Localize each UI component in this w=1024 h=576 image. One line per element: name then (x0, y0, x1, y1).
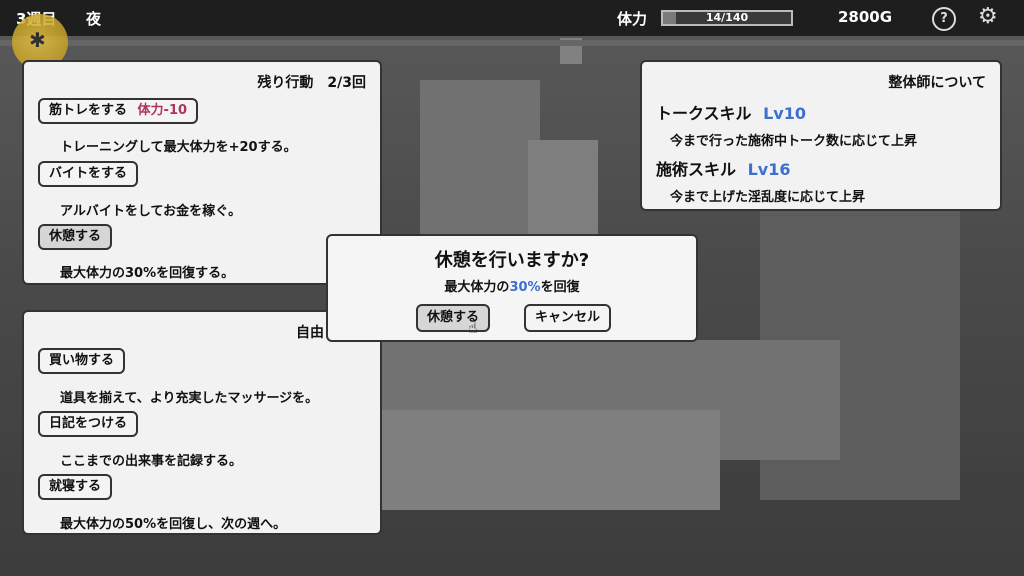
sleep-button[interactable]: 就寝する (38, 474, 113, 500)
dialog-subtitle: 最大体力の30%を回復 (328, 276, 696, 295)
train-description: トレーニングして最大体力を+20する。 (60, 140, 297, 155)
sleep-label: 就寝する (49, 479, 102, 494)
rest-confirm-dialog: 休憩を行いますか? 最大体力の30%を回復 休憩する キャンセル ☝ (326, 234, 698, 342)
info-panel-title: 整体師について (888, 75, 986, 91)
diary-button[interactable]: 日記をつける (38, 411, 139, 437)
rest-button-label: 休憩する (49, 229, 102, 244)
info-panel: 整体師について トークスキル Lv10 今まで行った施術中トーク数に応じて上昇 … (640, 60, 1002, 211)
free-actions-panel: 自由 買い物する 道具を揃えて、より充実したマッサージを。 日記をつける ここま… (22, 310, 382, 535)
diary-description: ここまでの出来事を記録する。 (60, 454, 243, 469)
cancel-button[interactable]: キャンセル (524, 304, 612, 332)
money-label: 2800G (838, 8, 893, 26)
sleep-description: 最大体力の50%を回復し、次の週へ。 (60, 517, 287, 532)
treatment-skill-description: 今まで上げた淫乱度に応じて上昇 (670, 190, 866, 205)
part-time-job-button[interactable]: バイトをする (38, 161, 139, 187)
gear-icon[interactable]: ⚙ (978, 5, 998, 29)
cancel-label: キャンセル (535, 310, 601, 325)
rest-button[interactable]: 休憩する (38, 224, 113, 250)
spider-icon: ✱ (29, 28, 46, 52)
part-time-job-description: アルバイトをしてお金を稼ぐ。 (60, 204, 242, 219)
train-button[interactable]: 筋トレをする 体力-10 (38, 98, 199, 124)
shopping-button[interactable]: 買い物する (38, 348, 126, 374)
time-of-day-label: 夜 (86, 10, 102, 28)
confirm-rest-button[interactable]: 休憩する (416, 304, 491, 332)
dialog-subtitle-suffix: を回復 (540, 280, 580, 295)
treatment-skill: 施術スキル Lv16 (656, 156, 790, 180)
talk-skill-name: トークスキル (656, 104, 752, 123)
shopping-label: 買い物する (49, 353, 115, 368)
hp-value: 14/140 (705, 11, 749, 24)
talk-skill-description: 今まで行った施術中トーク数に応じて上昇 (670, 134, 918, 149)
hp-bar: 14/140 (661, 10, 793, 26)
rest-description: 最大体力の30%を回復する。 (60, 266, 235, 281)
dialog-subtitle-value: 30% (509, 280, 541, 295)
train-button-label: 筋トレをする (49, 103, 128, 118)
top-hud: 3週目 夜 体力 14/140 2800G ? ⚙ (0, 0, 1024, 36)
dialog-subtitle-prefix: 最大体力の (444, 280, 510, 295)
question-icon[interactable]: ? (932, 7, 956, 31)
free-panel-title: 自由 (296, 325, 324, 341)
shopping-description: 道具を揃えて、より充実したマッサージを。 (60, 391, 319, 406)
dialog-title: 休憩を行いますか? (434, 250, 590, 271)
talk-skill: トークスキル Lv10 (656, 100, 806, 124)
diary-label: 日記をつける (49, 416, 128, 431)
hand-cursor-icon: ☝ (468, 318, 478, 337)
remaining-actions: 残り行動 2/3回 (257, 75, 366, 91)
part-time-job-label: バイトをする (49, 166, 128, 181)
train-cost: 体力-10 (137, 103, 188, 118)
treatment-skill-level: Lv16 (747, 160, 791, 179)
treatment-skill-name: 施術スキル (656, 160, 737, 179)
hp-label: 体力 (617, 10, 648, 28)
talk-skill-level: Lv10 (763, 104, 806, 123)
